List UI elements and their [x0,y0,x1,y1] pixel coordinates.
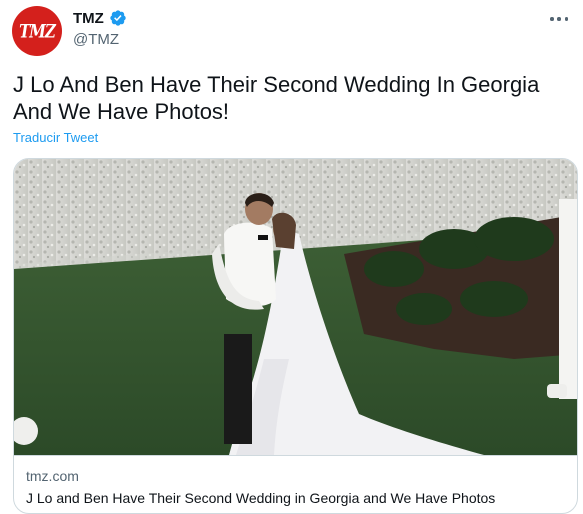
author-handle[interactable]: @TMZ [73,31,127,48]
card-footer[interactable]: tmz.com J Lo and Ben Have Their Second W… [14,455,577,513]
link-card[interactable]: tmz.com J Lo and Ben Have Their Second W… [13,158,578,514]
translate-tweet-link[interactable]: Traducir Tweet [13,130,98,145]
card-domain: tmz.com [26,468,79,484]
tweet: TMZ TMZ @TMZ J Lo And Ben Have Their Sec… [0,0,583,514]
more-options-icon[interactable] [547,12,571,26]
card-image[interactable] [14,159,578,455]
avatar[interactable]: TMZ [12,6,62,56]
verified-badge-icon [110,10,126,26]
author-info: TMZ @TMZ [73,9,127,48]
tweet-text: J Lo And Ben Have Their Second Wedding I… [13,72,540,124]
author-display-name[interactable]: TMZ [73,10,104,27]
author-name-row: TMZ [73,9,127,27]
card-title: J Lo and Ben Have Their Second Wedding i… [26,490,496,506]
avatar-logo-text: TMZ [19,19,56,43]
